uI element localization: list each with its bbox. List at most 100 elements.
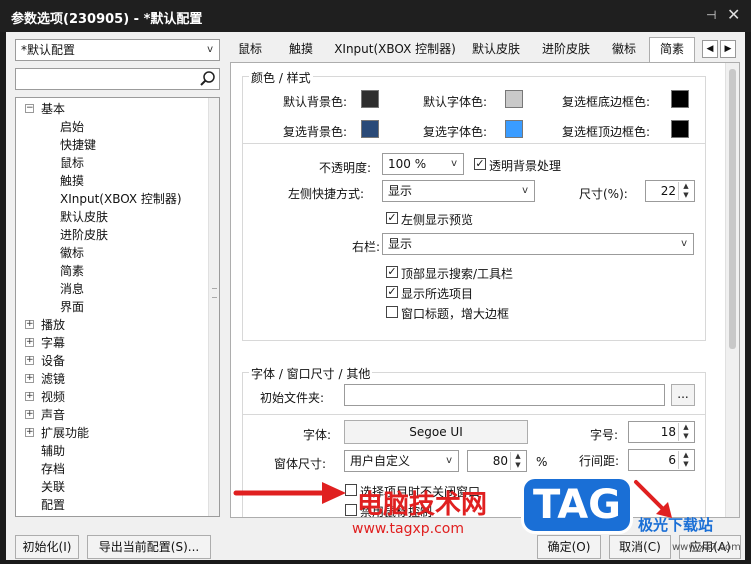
- tree-item[interactable]: 存档: [41, 460, 65, 478]
- right-bar-label: 右栏:: [352, 240, 381, 254]
- expand-icon[interactable]: +: [25, 320, 34, 329]
- profile-select[interactable]: *默认配置 v: [15, 39, 220, 61]
- scroll-thumb[interactable]: [729, 69, 736, 349]
- spin-down-icon[interactable]: ▼: [678, 191, 693, 200]
- top-search-checkbox[interactable]: ✓: [386, 266, 398, 278]
- check-bg-swatch[interactable]: [361, 120, 379, 138]
- spin-up-icon[interactable]: ▲: [678, 451, 693, 460]
- default-font-swatch[interactable]: [505, 90, 523, 108]
- panel-scrollbar[interactable]: [725, 63, 739, 517]
- tree-item[interactable]: 默认皮肤: [60, 208, 108, 226]
- default-bg-label: 默认背景色:: [283, 95, 348, 109]
- tree-item[interactable]: 鼠标: [60, 154, 84, 172]
- tab-scroll-left-icon[interactable]: ◀: [702, 40, 718, 58]
- window-size-mode-select[interactable]: 用户自定义 v: [344, 450, 459, 472]
- tree-item[interactable]: 声音: [41, 406, 65, 424]
- tree-item[interactable]: 界面: [60, 298, 84, 316]
- apply-button[interactable]: 应用(A): [679, 535, 741, 559]
- color-style-group: [242, 76, 706, 341]
- tree-item[interactable]: 基本: [41, 100, 65, 118]
- right-bar-select[interactable]: 显示 v: [382, 233, 694, 255]
- line-spacing-label: 行间距:: [579, 454, 620, 468]
- close-on-select-label: 选择项目时不关闭窗口: [360, 485, 481, 499]
- left-shortcut-value: 显示: [388, 184, 413, 198]
- window-size-spinner[interactable]: 80 ▲ ▼: [467, 450, 527, 472]
- spin-up-icon[interactable]: ▲: [678, 182, 693, 191]
- tree-item[interactable]: 进阶皮肤: [60, 226, 108, 244]
- font-size-spinner[interactable]: 18 ▲ ▼: [628, 421, 695, 443]
- tab-advanced-skin[interactable]: 进阶皮肤: [534, 38, 598, 62]
- export-config-button[interactable]: 导出当前配置(S)...: [87, 535, 211, 559]
- spin-up-icon[interactable]: ▲: [678, 423, 693, 432]
- left-shortcut-select[interactable]: 显示 v: [382, 180, 535, 202]
- search-input[interactable]: [15, 68, 220, 90]
- expand-icon[interactable]: +: [25, 392, 34, 401]
- close-icon[interactable]: ✕: [727, 5, 740, 24]
- expand-icon[interactable]: +: [25, 374, 34, 383]
- close-on-select-checkbox[interactable]: [345, 484, 357, 496]
- tree-item[interactable]: 字幕: [41, 334, 65, 352]
- spin-down-icon[interactable]: ▼: [510, 461, 525, 470]
- left-preview-checkbox[interactable]: ✓: [386, 212, 398, 224]
- disable-mouse-checkbox[interactable]: [345, 504, 357, 516]
- tree-item[interactable]: 播放: [41, 316, 65, 334]
- tree-item[interactable]: 消息: [60, 280, 84, 298]
- spin-down-icon[interactable]: ▼: [678, 460, 693, 469]
- spin-down-icon[interactable]: ▼: [678, 432, 693, 441]
- collapse-icon[interactable]: −: [25, 104, 34, 113]
- default-bg-swatch[interactable]: [361, 90, 379, 108]
- tab-scroll-right-icon[interactable]: ▶: [720, 40, 736, 58]
- initial-folder-input[interactable]: [344, 384, 665, 406]
- disable-mouse-label: 禁用鼠标控制: [360, 505, 433, 518]
- tree-item[interactable]: 徽标: [60, 244, 84, 262]
- window-title-checkbox[interactable]: [386, 306, 398, 318]
- tree-item[interactable]: 配置: [41, 496, 65, 514]
- transparent-bg-checkbox[interactable]: ✓: [474, 158, 486, 170]
- ok-button[interactable]: 确定(O): [537, 535, 601, 559]
- expand-icon[interactable]: +: [25, 428, 34, 437]
- check-bottom-label: 复选框底边框色:: [562, 95, 651, 109]
- spin-up-icon[interactable]: ▲: [510, 452, 525, 461]
- browse-button[interactable]: ...: [671, 384, 695, 406]
- tree-item[interactable]: 快捷键: [60, 136, 96, 154]
- tree-item[interactable]: 视频: [41, 388, 65, 406]
- tab-logo[interactable]: 徽标: [604, 38, 644, 62]
- tree-item[interactable]: XInput(XBOX 控制器): [60, 190, 182, 208]
- pin-icon[interactable]: ⊣: [706, 8, 716, 22]
- cancel-button[interactable]: 取消(C): [609, 535, 671, 559]
- tree-item[interactable]: 滤镜: [41, 370, 65, 388]
- size-pct-spinner[interactable]: 22 ▲ ▼: [645, 180, 695, 202]
- expand-icon[interactable]: +: [25, 410, 34, 419]
- font-button[interactable]: Segoe UI: [344, 420, 528, 444]
- tree-item[interactable]: 关联: [41, 478, 65, 496]
- window-title: 参数选项(230905) - *默认配置: [11, 12, 203, 27]
- show-selected-checkbox[interactable]: ✓: [386, 286, 398, 298]
- tree-item[interactable]: 扩展功能: [41, 424, 89, 442]
- tree-item[interactable]: 触摸: [60, 172, 84, 190]
- tab-mouse[interactable]: 鼠标: [230, 38, 270, 62]
- tree-item[interactable]: 辅助: [41, 442, 65, 460]
- tree-item[interactable]: 简素: [60, 262, 84, 280]
- check-bottom-swatch[interactable]: [671, 90, 689, 108]
- tab-touch[interactable]: 触摸: [280, 38, 322, 62]
- expand-icon[interactable]: +: [25, 338, 34, 347]
- tree-item[interactable]: 启始: [60, 118, 84, 136]
- tree-scrollbar[interactable]: [208, 98, 219, 516]
- color-style-title: 颜色 / 样式: [249, 69, 313, 86]
- opacity-select[interactable]: 100 % v: [382, 153, 464, 175]
- init-button[interactable]: 初始化(I): [15, 535, 79, 559]
- expand-icon[interactable]: +: [25, 356, 34, 365]
- left-preview-label: 左侧显示预览: [401, 213, 474, 227]
- scroll-grip[interactable]: [212, 288, 217, 298]
- search-icon[interactable]: [199, 70, 217, 88]
- tree-item[interactable]: 累贝: [41, 514, 65, 516]
- divider: [243, 143, 705, 144]
- line-spacing-spinner[interactable]: 6 ▲ ▼: [628, 449, 695, 471]
- tab-xinput[interactable]: XInput(XBOX 控制器): [330, 38, 460, 62]
- check-font-swatch[interactable]: [505, 120, 523, 138]
- settings-tree: − 基本 启始 快捷键 鼠标 触摸 XInput(XBOX 控制器) 默认皮肤 进阶皮肤 徽标 简素…: [15, 97, 220, 517]
- tree-item[interactable]: 设备: [41, 352, 65, 370]
- tab-default-skin[interactable]: 默认皮肤: [464, 38, 528, 62]
- tab-simple[interactable]: 简素: [649, 37, 695, 63]
- check-top-swatch[interactable]: [671, 120, 689, 138]
